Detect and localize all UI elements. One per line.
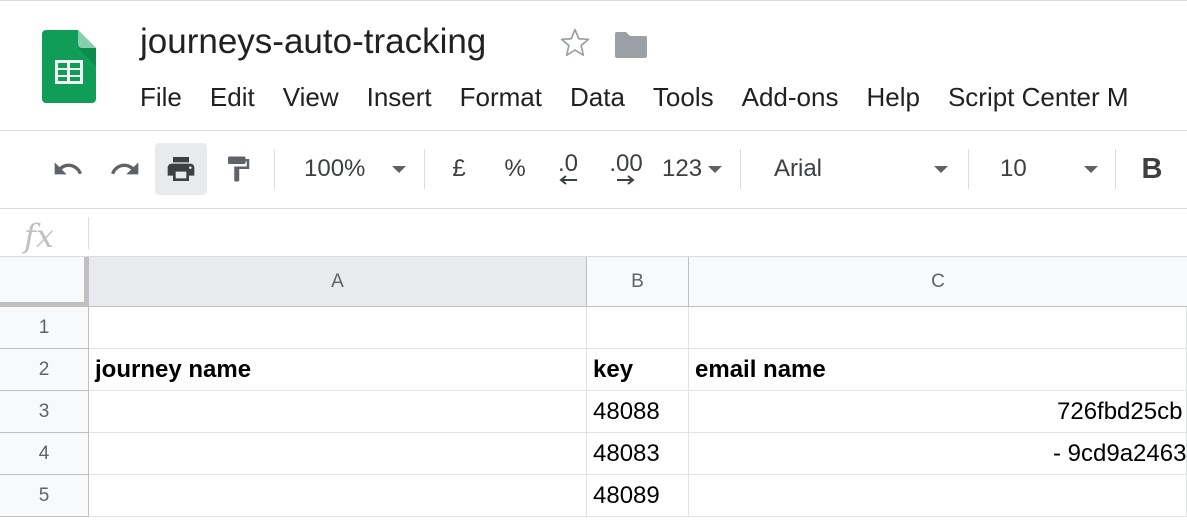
menu-tools[interactable]: Tools	[639, 78, 728, 118]
font-family-select[interactable]: Arial	[760, 143, 956, 195]
row-header-5[interactable]: 5	[0, 475, 89, 517]
zoom-select[interactable]: 100%	[290, 143, 414, 195]
chevron-down-icon	[708, 165, 722, 173]
menu-insert[interactable]: Insert	[353, 78, 446, 118]
cell-a1[interactable]	[89, 307, 587, 349]
google-sheets-logo-icon[interactable]	[42, 30, 96, 103]
cell-a2[interactable]: journey name	[89, 349, 587, 391]
menu-data[interactable]: Data	[556, 78, 639, 118]
menu-edit[interactable]: Edit	[196, 78, 269, 118]
cell-c2[interactable]: email name	[689, 349, 1187, 391]
top-border	[0, 0, 1187, 1]
currency-symbol: £	[452, 155, 466, 182]
cell-b5[interactable]: 48089	[587, 475, 689, 517]
column-header-a[interactable]: A	[89, 257, 587, 307]
cell-a4[interactable]	[89, 433, 587, 475]
star-icon[interactable]	[558, 26, 592, 60]
toolbar-separator	[1115, 149, 1116, 189]
arrow-right-icon	[617, 175, 635, 185]
app-header: journeys-auto-tracking File Edit View In…	[0, 0, 1187, 131]
menu-bar: File Edit View Insert Format Data Tools …	[126, 78, 1143, 118]
toolbar-separator	[740, 149, 741, 189]
print-button[interactable]	[155, 143, 207, 195]
menu-add-ons[interactable]: Add-ons	[728, 78, 853, 118]
menu-view[interactable]: View	[269, 78, 353, 118]
chevron-down-icon	[934, 165, 948, 173]
formula-separator	[88, 217, 89, 249]
undo-icon	[54, 162, 82, 175]
formula-bar: fx	[0, 209, 1187, 257]
decrease-decimals-label: .0	[557, 150, 578, 177]
cell-b2[interactable]: key	[587, 349, 689, 391]
zoom-value: 100%	[304, 155, 366, 182]
print-icon	[167, 157, 195, 181]
cell-b1[interactable]	[587, 307, 689, 349]
row-header-4[interactable]: 4	[0, 433, 89, 475]
fx-icon: fx	[24, 217, 54, 255]
more-formats-label: 123	[662, 155, 703, 182]
cell-a5[interactable]	[89, 475, 587, 517]
row-header-2[interactable]: 2	[0, 349, 89, 391]
bold-button[interactable]: B	[1132, 143, 1172, 195]
chevron-down-icon	[1084, 165, 1098, 173]
undo-button[interactable]	[44, 143, 92, 195]
toolbar-separator	[274, 149, 275, 189]
menu-help[interactable]: Help	[852, 78, 933, 118]
font-family-value: Arial	[774, 155, 823, 182]
redo-button[interactable]	[100, 143, 150, 195]
more-formats-button[interactable]: 123	[658, 143, 726, 195]
cell-c5[interactable]	[689, 475, 1187, 517]
cell-c3[interactable]: 726fbd25cb	[689, 391, 1187, 433]
toolbar: 100% £ % .0 .00 123 Arial 10 B	[0, 131, 1187, 209]
menu-file[interactable]: File	[126, 78, 196, 118]
increase-decimals-button[interactable]: .00	[600, 143, 652, 195]
cell-a3[interactable]	[89, 391, 587, 433]
document-title[interactable]: journeys-auto-tracking	[140, 22, 486, 62]
menu-script-center[interactable]: Script Center M	[934, 78, 1143, 118]
format-currency-button[interactable]: £	[440, 143, 478, 195]
toolbar-separator	[968, 149, 969, 189]
column-header-c[interactable]: C	[689, 257, 1187, 307]
font-size-select[interactable]: 10	[986, 143, 1102, 195]
decrease-decimals-button[interactable]: .0	[546, 143, 590, 195]
cell-c4[interactable]: - 9cd9a2463	[689, 433, 1187, 475]
column-header-b[interactable]: B	[587, 257, 689, 307]
paint-roller-icon	[228, 156, 250, 182]
percent-symbol: %	[504, 155, 526, 182]
redo-icon	[111, 162, 139, 175]
toolbar-separator	[424, 149, 425, 189]
select-all-corner[interactable]	[0, 257, 89, 307]
increase-decimals-label: .00	[609, 150, 643, 177]
format-percent-button[interactable]: %	[496, 143, 534, 195]
arrow-left-icon	[559, 175, 577, 185]
cell-b3[interactable]: 48088	[587, 391, 689, 433]
cell-c1[interactable]	[689, 307, 1187, 349]
cell-b4[interactable]: 48083	[587, 433, 689, 475]
row-header-1[interactable]: 1	[0, 307, 89, 349]
row-header-3[interactable]: 3	[0, 391, 89, 433]
font-size-value: 10	[1000, 155, 1027, 182]
formula-input[interactable]	[100, 215, 1180, 251]
paint-format-button[interactable]	[213, 143, 263, 195]
menu-format[interactable]: Format	[446, 78, 556, 118]
folder-icon[interactable]	[613, 30, 649, 60]
spreadsheet-grid: A B C 1 2 journey name key email name 3 …	[0, 257, 1187, 523]
chevron-down-icon	[392, 165, 406, 173]
bold-icon: B	[1141, 152, 1163, 185]
